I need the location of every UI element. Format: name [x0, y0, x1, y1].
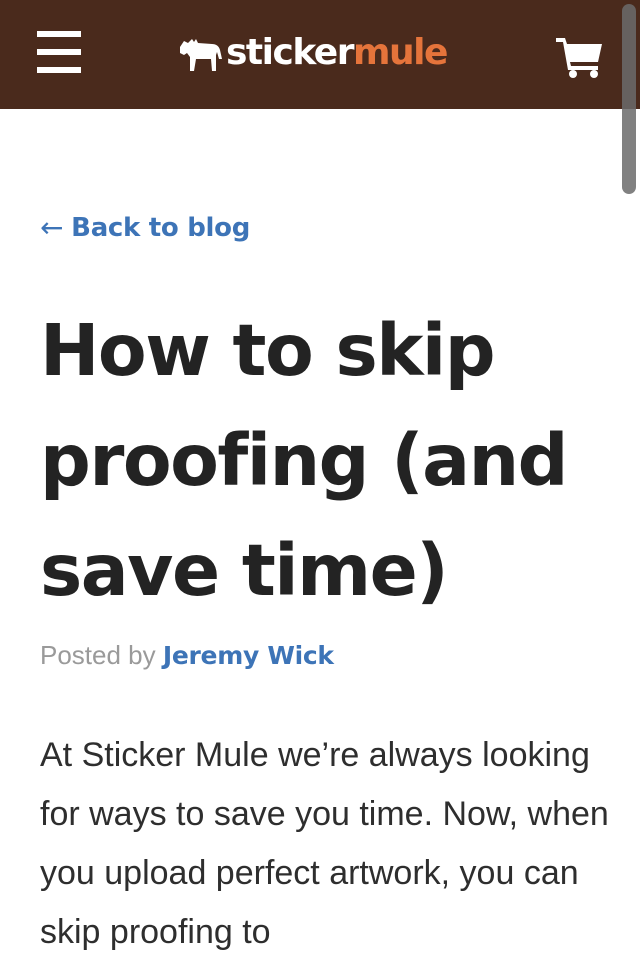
post-body-paragraph: At Sticker Mule we’re always looking for… — [40, 736, 609, 951]
back-to-blog-label: Back to blog — [71, 212, 251, 243]
top-nav-bar: stickermule — [0, 0, 640, 109]
page-scrollbar[interactable] — [622, 0, 636, 196]
menu-icon[interactable] — [37, 31, 81, 73]
logo-text-mule: mule — [352, 32, 448, 73]
post-byline: Posted by Jeremy Wick — [40, 640, 334, 671]
back-arrow-icon: ← — [40, 211, 64, 244]
posted-by-label: Posted by — [40, 640, 156, 670]
post-title: How to skip proofing (and save time) — [40, 309, 568, 612]
sticker-mule-logo[interactable]: stickermule — [178, 28, 448, 78]
author-link[interactable]: Jeremy Wick — [163, 641, 334, 670]
back-to-blog-link[interactable]: ← Back to blog — [40, 211, 250, 244]
logo-text-sticker: sticker — [226, 32, 354, 73]
mule-logo-icon — [180, 39, 222, 71]
scrollbar-thumb[interactable] — [622, 4, 636, 194]
cart-icon[interactable] — [556, 36, 604, 78]
